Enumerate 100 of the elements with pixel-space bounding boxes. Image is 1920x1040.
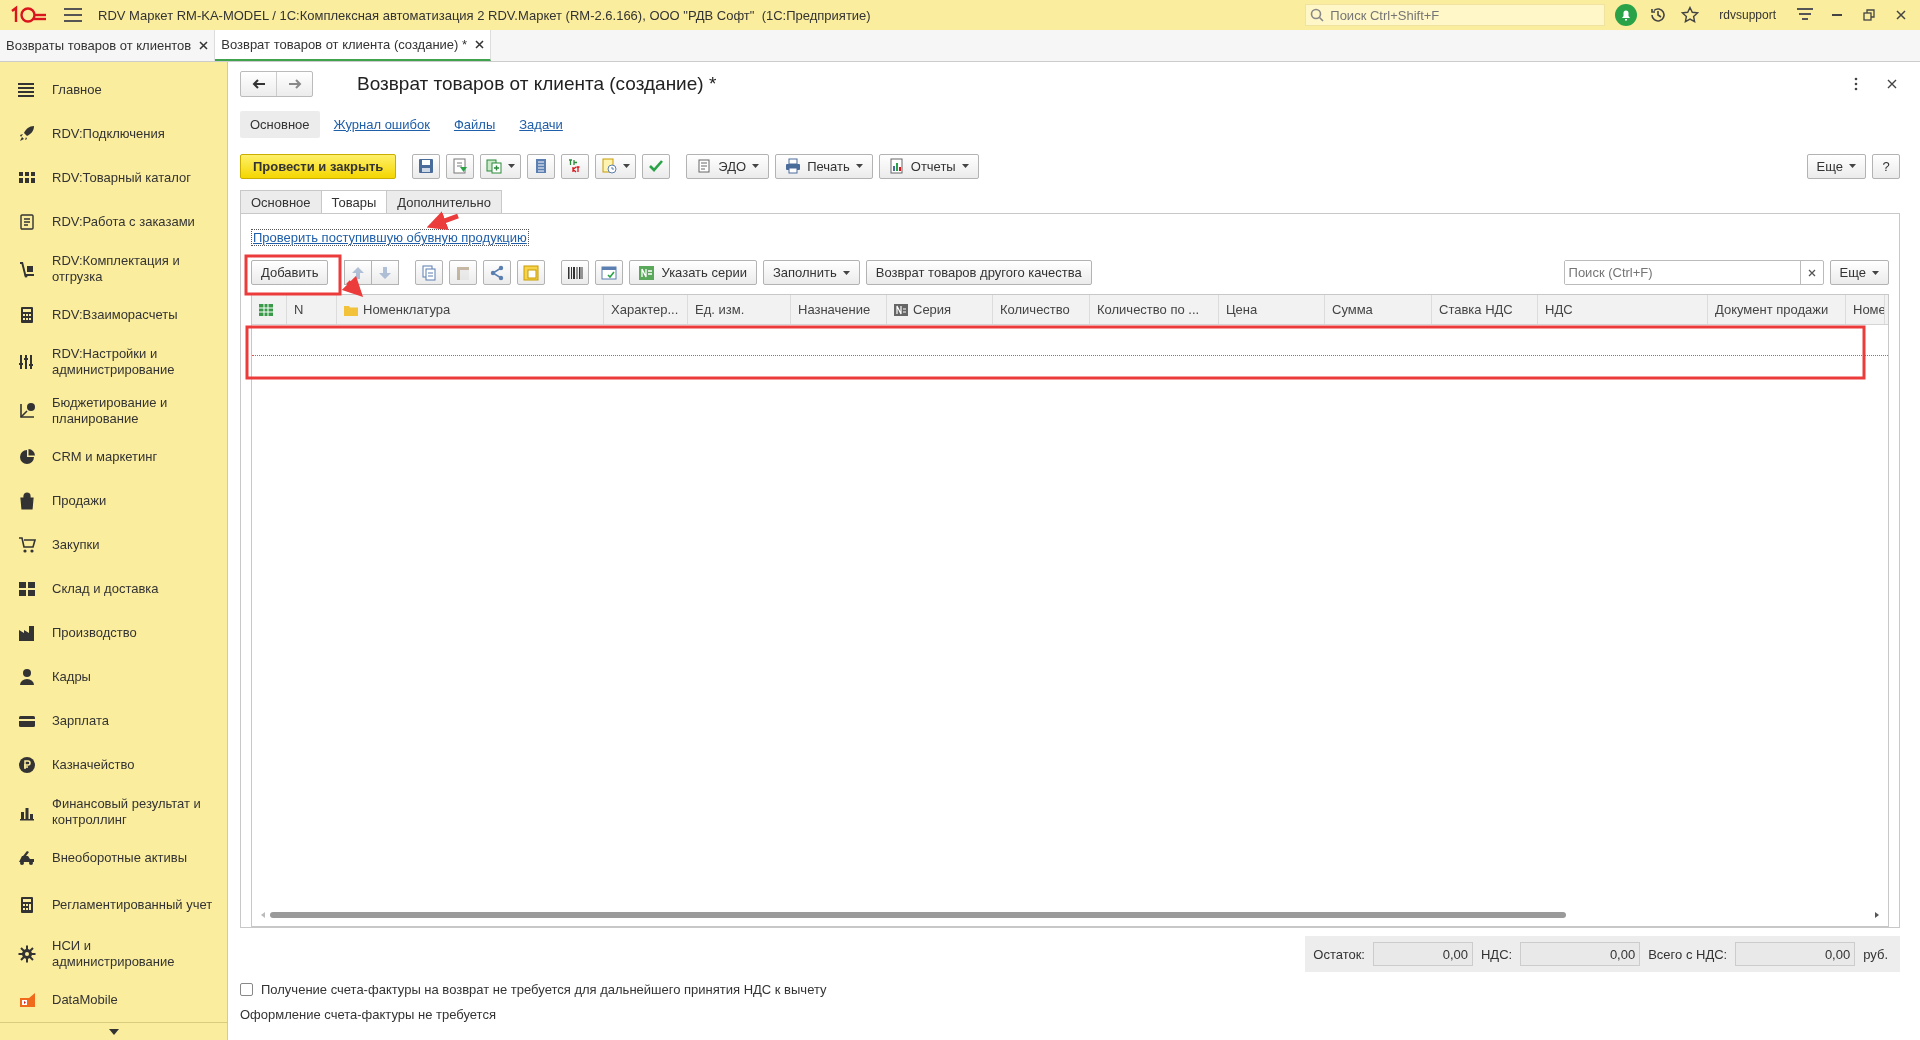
column-header[interactable]: Сумма	[1332, 302, 1373, 317]
column-header[interactable]: Цена	[1226, 302, 1258, 317]
form-nav-link[interactable]: Задачи	[509, 110, 573, 138]
sidebar-item[interactable]: RDV:Комплектация и отгрузка	[0, 244, 227, 293]
scrollbar-thumb[interactable]	[270, 912, 1566, 918]
toolbar-button[interactable]: ЭДО	[686, 153, 770, 179]
table-search-box[interactable]: Поиск (Ctrl+F)	[1563, 260, 1824, 285]
app-logo-icon	[18, 991, 36, 1009]
column-header[interactable]: Ставка НДС	[1439, 302, 1513, 317]
sidebar-item[interactable]: RDV:Товарный каталог	[0, 156, 227, 200]
coin-icon	[18, 756, 36, 774]
toolbar-button[interactable]: Возврат товаров другого качества	[865, 260, 1092, 285]
sidebar-item[interactable]: Кадры	[0, 655, 227, 699]
search-field[interactable]: Поиск Ctrl+Shift+F	[1328, 6, 1593, 24]
sidebar-item[interactable]: Продажи	[0, 479, 227, 523]
scroll-right-icon	[1874, 912, 1880, 918]
close-icon	[199, 41, 209, 50]
cart-icon	[18, 536, 36, 554]
column-header[interactable]: Ед. изм.	[695, 302, 745, 317]
factory-icon	[18, 624, 36, 642]
report-icon	[888, 158, 905, 174]
post-and-close-button[interactable]: Провести и закрыть	[240, 153, 397, 179]
total-field: 0,00	[1520, 942, 1641, 966]
shopping-bag-icon	[18, 492, 36, 510]
history-icon	[1649, 6, 1668, 24]
toolbar-button[interactable]: Отчеты	[878, 153, 979, 179]
help-button[interactable]: ?	[1872, 153, 1900, 179]
menu-icon	[18, 81, 36, 99]
sidebar-item[interactable]: RDV:Работа с заказами	[0, 200, 227, 244]
sidebar-item[interactable]: RDV:Взаиморасчеты	[0, 293, 227, 337]
sidebar-item[interactable]: Производство	[0, 611, 227, 655]
note-text: Оформление счета-фактуры не требуется	[240, 1007, 497, 1022]
app-title: RDV Маркет RM-KA-MODEL / 1С:Комплексная автоматизация 2 RDV.Маркет (RM-2.6.166), ООО "РДВ Софт" (1С:Предприятие)	[98, 7, 872, 23]
pie-chart-icon	[18, 448, 36, 466]
sidebar-item[interactable]: CRM и маркетинг	[0, 435, 227, 479]
form-tab[interactable]: Основное	[240, 190, 322, 214]
sidebar-item[interactable]: Казначейство	[0, 743, 227, 787]
more-button[interactable]: Еще	[1829, 260, 1889, 285]
notifications-button[interactable]	[1615, 4, 1638, 26]
toolbar-button[interactable]: Печать	[775, 153, 873, 179]
form-check-icon	[601, 264, 618, 281]
document-clock-icon	[601, 158, 618, 174]
caret-icon	[961, 164, 969, 168]
window-tab[interactable]: Возврат товаров от клиента (создание) *	[215, 30, 492, 61]
caret-icon	[855, 164, 863, 168]
column-header[interactable]: Документ продажи	[1715, 302, 1829, 317]
column-header[interactable]: N	[294, 302, 304, 317]
caret-icon	[108, 1028, 119, 1035]
restore-icon	[1863, 9, 1875, 21]
form-title: Возврат товаров от клиента (создание) *	[357, 73, 718, 95]
column-header[interactable]: Количество	[1000, 302, 1070, 317]
checkmark-icon	[648, 158, 665, 174]
calculator-icon	[18, 895, 36, 914]
number-sign-icon	[894, 303, 908, 316]
sidebar-item[interactable]: DataMobile	[0, 978, 227, 1022]
numbered-tag-icon	[639, 264, 656, 281]
column-header[interactable]: НДС	[1545, 302, 1573, 317]
sidebar-item[interactable]: RDV:Подключения	[0, 112, 227, 156]
user-name[interactable]: rdvsupport	[1719, 8, 1776, 22]
search-box[interactable]: Поиск Ctrl+Shift+F	[1305, 4, 1606, 26]
sidebar-item[interactable]: Главное	[0, 68, 227, 112]
column-header[interactable]: Назначение	[798, 302, 871, 317]
form-nav-link[interactable]: Файлы	[443, 110, 506, 138]
rocket-icon	[18, 125, 36, 143]
column-header[interactable]: Характер...	[611, 302, 679, 317]
toolbar-button[interactable]	[561, 260, 590, 285]
form-nav-link[interactable]: Журнал ошибок	[323, 110, 440, 138]
add-button[interactable]: Добавить	[251, 260, 329, 285]
more-button[interactable]: Еще	[1806, 153, 1866, 179]
close-icon	[475, 40, 485, 49]
sidebar-item[interactable]: НСИ и администрирование	[0, 929, 227, 978]
toolbar-button[interactable]	[412, 153, 441, 179]
sidebar-item[interactable]: Склад и доставка	[0, 567, 227, 611]
sidebar-item[interactable]: RDV:Настройки и администрирование	[0, 337, 227, 386]
documents-icon	[486, 158, 503, 174]
column-header[interactable]: Номенклатура	[363, 302, 451, 317]
toolbar-button[interactable]: Указать серии	[629, 260, 757, 285]
form-nav-link[interactable]: Основное	[240, 110, 320, 138]
toolbar-button[interactable]: Заполнить	[762, 260, 860, 285]
check-products-link[interactable]: Проверить поступившую обувную продукцию	[251, 229, 529, 246]
total-field: 0,00	[1735, 942, 1856, 966]
truck-icon	[18, 849, 36, 867]
caret-icon	[1849, 164, 1856, 168]
currency-label: руб.	[1863, 946, 1888, 962]
column-header[interactable]: Количество по ...	[1097, 302, 1200, 317]
total-field: 0,00	[1373, 942, 1473, 966]
annotation-arrow	[341, 275, 364, 298]
total-label: НДС:	[1481, 946, 1513, 962]
sidebar-item[interactable]: Зарплата	[0, 699, 227, 743]
sidebar-item[interactable]: Закупки	[0, 523, 227, 567]
arrow-right-icon	[287, 79, 302, 89]
column-header[interactable]: Серия	[913, 302, 952, 317]
table-icon	[259, 303, 273, 316]
checkbox[interactable]	[240, 983, 253, 996]
sidebar-item[interactable]: Финансовый результат и контроллинг	[0, 787, 227, 836]
form-tab[interactable]: Дополнительно	[386, 190, 502, 214]
gear-icon	[18, 944, 36, 963]
sidebar-item[interactable]: Регламентированный учет	[0, 880, 227, 929]
sidebar-item[interactable]: Бюджетирование и планирование	[0, 386, 227, 435]
sidebar-item[interactable]: Внеоборотные активы	[0, 836, 227, 880]
